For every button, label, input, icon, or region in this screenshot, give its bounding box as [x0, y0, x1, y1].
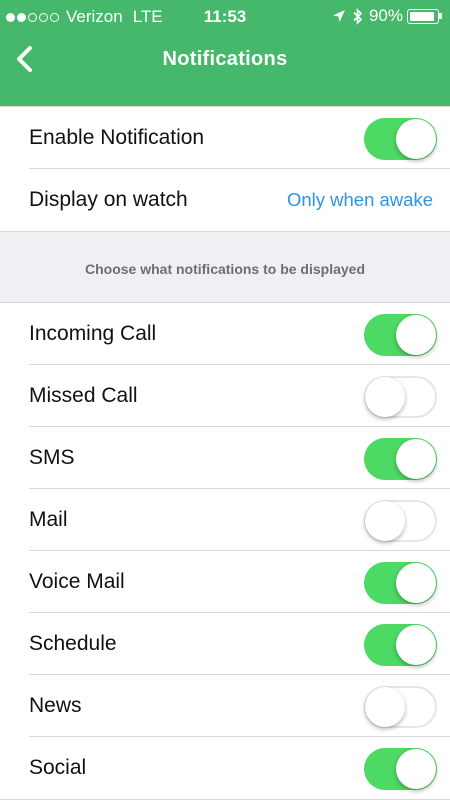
enable-notification-label: Enable Notification	[29, 126, 205, 149]
mail-toggle[interactable]	[364, 500, 437, 542]
battery-icon	[407, 8, 439, 24]
notification-types-group: Incoming Call Missed Call SMS Mail Voice…	[0, 302, 450, 800]
notification-label: SMS	[29, 446, 75, 469]
voice-mail-toggle[interactable]	[364, 562, 437, 604]
notification-row-missed-call: Missed Call	[29, 365, 450, 427]
notification-row-schedule: Schedule	[29, 613, 450, 675]
nav-header: Verizon LTE 11:53 90% Notifications	[0, 0, 450, 106]
location-arrow-icon	[332, 10, 345, 22]
notification-label: Social	[29, 756, 87, 779]
section-header: Choose what notifications to be displaye…	[84, 261, 366, 277]
notification-label: Mail	[29, 508, 68, 531]
general-settings-group: Enable Notification Display on watch Onl…	[0, 106, 450, 232]
status-bar: Verizon LTE 11:53 90%	[0, 0, 450, 34]
display-on-watch-row[interactable]: Display on watch Only when awake	[29, 169, 450, 231]
notification-label: Missed Call	[29, 384, 138, 407]
notification-row-news: News	[29, 675, 450, 737]
notification-row-social: Social	[29, 737, 450, 799]
bluetooth-icon	[353, 7, 363, 25]
notification-label: News	[29, 694, 82, 717]
notification-label: Voice Mail	[29, 570, 125, 593]
notification-label: Incoming Call	[29, 322, 157, 345]
notification-row-mail: Mail	[29, 489, 450, 551]
notification-row-sms: SMS	[29, 427, 450, 489]
news-toggle[interactable]	[364, 686, 437, 728]
display-on-watch-value[interactable]: Only when awake	[287, 169, 433, 231]
enable-notification-toggle[interactable]	[364, 118, 437, 160]
incoming-call-toggle[interactable]	[364, 314, 437, 356]
display-on-watch-label: Display on watch	[29, 188, 188, 211]
status-right: 90%	[332, 6, 442, 26]
notification-row-incoming-call: Incoming Call	[29, 303, 450, 365]
schedule-toggle[interactable]	[364, 624, 437, 666]
missed-call-toggle[interactable]	[364, 376, 437, 418]
social-toggle[interactable]	[364, 748, 437, 790]
battery-percent: 90%	[368, 6, 403, 25]
notification-label: Schedule	[29, 632, 117, 655]
notification-row-voice-mail: Voice Mail	[29, 551, 450, 613]
sms-toggle[interactable]	[364, 438, 437, 480]
enable-notification-row: Enable Notification	[29, 107, 450, 169]
page-title: Notifications	[162, 48, 288, 70]
